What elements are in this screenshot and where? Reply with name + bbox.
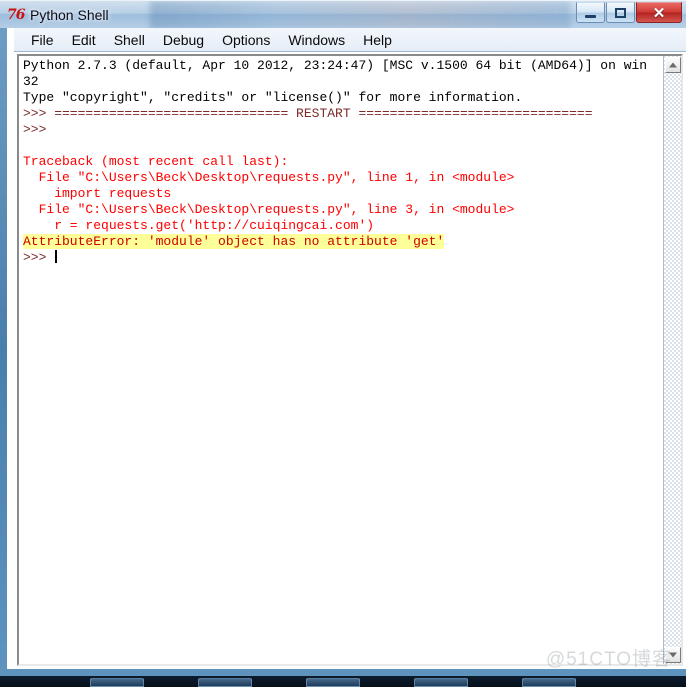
shell-line-tb-code-2: r = requests.get('http://cuiqingcai.com'…	[23, 218, 663, 234]
shell-line-text: Traceback (most recent call last):	[23, 154, 289, 169]
shell-line-tb-header: Traceback (most recent call last):	[23, 154, 663, 170]
shell-line-banner-3: Type "copyright", "credits" or "license(…	[23, 90, 663, 106]
shell-line-text	[23, 138, 31, 153]
close-icon: ✕	[652, 4, 666, 22]
shell-line-prompt-final: >>>	[23, 250, 663, 266]
shell-line-tb-exception: AttributeError: 'module' object has no a…	[23, 234, 663, 250]
shell-line-text: Python 2.7.3 (default, Apr 10 2012, 23:2…	[23, 58, 648, 73]
window-client-area: File Edit Shell Debug Options Windows He…	[0, 28, 686, 676]
menu-bar: File Edit Shell Debug Options Windows He…	[14, 28, 686, 52]
window-controls: ✕	[575, 2, 682, 24]
shell-line-prompt-blank: >>>	[23, 122, 663, 138]
shell-line-text: >>>	[23, 122, 55, 137]
menu-item-file[interactable]: File	[22, 30, 63, 50]
taskbar[interactable]	[0, 676, 686, 687]
shell-line-spacer-1	[23, 138, 663, 154]
menu-item-debug[interactable]: Debug	[154, 30, 213, 50]
shell-output[interactable]: Python 2.7.3 (default, Apr 10 2012, 23:2…	[19, 56, 663, 664]
python-shell-window: 76 Python Shell ✕ File Edit Shell Debug …	[0, 0, 686, 676]
menu-item-help[interactable]: Help	[354, 30, 401, 50]
shell-line-text: 32	[23, 74, 39, 89]
shell-line-text: >>>	[23, 250, 55, 265]
taskbar-item[interactable]	[414, 678, 468, 687]
python-logo-icon: 76	[7, 7, 25, 23]
taskbar-item[interactable]	[306, 678, 360, 687]
minimize-icon	[577, 3, 604, 22]
minimize-button[interactable]	[576, 2, 605, 23]
shell-line-text: import requests	[23, 186, 172, 201]
shell-line-text: Type "copyright", "credits" or "license(…	[23, 90, 523, 105]
menu-item-windows[interactable]: Windows	[279, 30, 354, 50]
shell-line-text: File "C:\Users\Beck\Desktop\requests.py"…	[23, 202, 515, 217]
maximize-button[interactable]	[606, 2, 635, 23]
text-cursor	[55, 250, 58, 263]
scroll-up-arrow-icon	[669, 62, 677, 68]
menu-item-edit[interactable]: Edit	[63, 30, 105, 50]
shell-line-tb-file-1: File "C:\Users\Beck\Desktop\requests.py"…	[23, 170, 663, 186]
window-title: Python Shell	[30, 7, 109, 23]
taskbar-item[interactable]	[522, 678, 576, 687]
title-bar[interactable]: 76 Python Shell ✕	[0, 0, 686, 28]
close-button[interactable]: ✕	[636, 2, 682, 23]
scroll-up-button[interactable]	[665, 57, 681, 73]
shell-line-text: File "C:\Users\Beck\Desktop\requests.py"…	[23, 170, 515, 185]
scroll-down-arrow-icon	[669, 652, 677, 658]
scroll-down-button[interactable]	[665, 647, 681, 663]
maximize-icon	[607, 3, 634, 22]
shell-line-text: AttributeError: 'module' object has no a…	[23, 234, 445, 249]
shell-line-tb-file-2: File "C:\Users\Beck\Desktop\requests.py"…	[23, 202, 663, 218]
shell-line-text: >>> ============================== RESTA…	[23, 106, 593, 121]
vertical-scrollbar[interactable]	[663, 56, 681, 664]
shell-line-tb-code-1: import requests	[23, 186, 663, 202]
shell-text-widget[interactable]: Python 2.7.3 (default, Apr 10 2012, 23:2…	[17, 54, 683, 666]
taskbar-items	[90, 678, 576, 687]
taskbar-item[interactable]	[90, 678, 144, 687]
shell-line-banner-1: Python 2.7.3 (default, Apr 10 2012, 23:2…	[23, 58, 663, 74]
menu-item-shell[interactable]: Shell	[105, 30, 154, 50]
shell-line-text: r = requests.get('http://cuiqingcai.com'…	[23, 218, 375, 233]
taskbar-item[interactable]	[198, 678, 252, 687]
shell-line-banner-2: 32	[23, 74, 663, 90]
menu-item-options[interactable]: Options	[213, 30, 279, 50]
shell-line-restart: >>> ============================== RESTA…	[23, 106, 663, 122]
